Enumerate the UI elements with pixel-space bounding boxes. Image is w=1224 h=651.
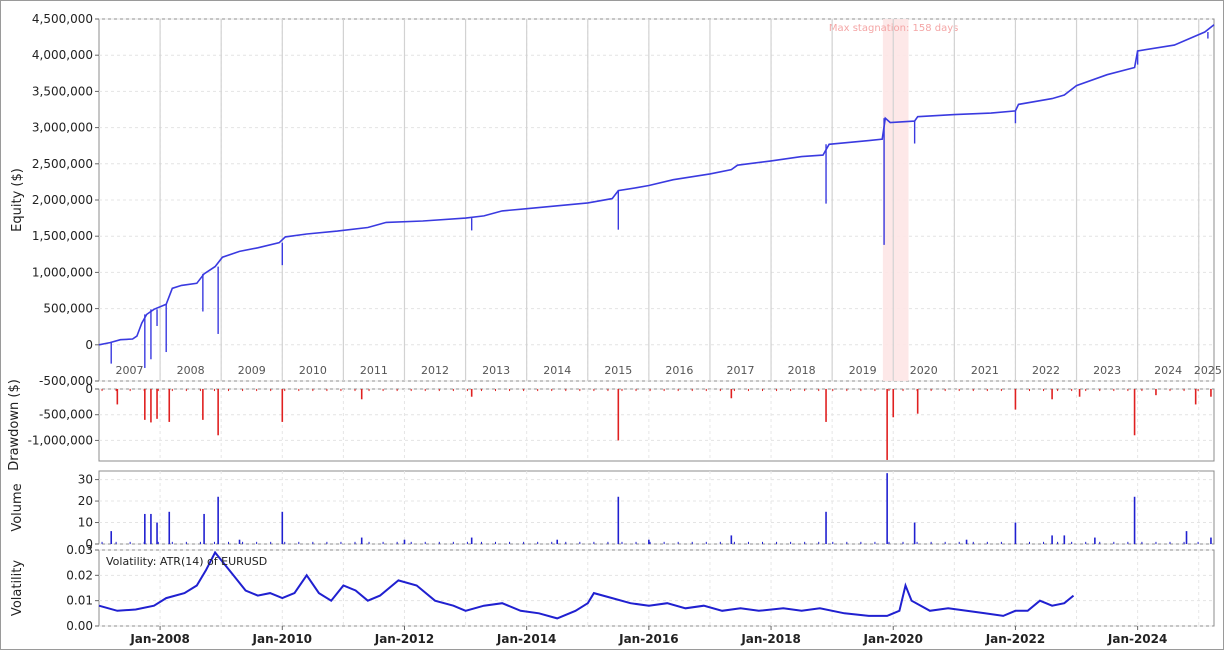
y-tick-label: 10: [78, 516, 93, 530]
year-label: 2018: [788, 364, 816, 377]
x-tick-label: Jan-2016: [618, 632, 678, 646]
stagnation-band: [882, 19, 909, 381]
y-tick-label: 4,500,000: [32, 12, 93, 26]
x-tick-label: Jan-2018: [740, 632, 800, 646]
x-tick-label: Jan-2012: [374, 632, 434, 646]
y-axis-label: Equity ($): [10, 168, 25, 232]
x-tick-label: Jan-2008: [129, 632, 189, 646]
year-label: 2009: [238, 364, 266, 377]
year-label: 2022: [1032, 364, 1060, 377]
y-tick-label: 0.03: [66, 543, 93, 557]
y-tick-label: -1,000,000: [28, 433, 93, 447]
y-tick-label: 20: [78, 494, 93, 508]
y-tick-label: 2,500,000: [32, 157, 93, 171]
x-tick-label: Jan-2020: [863, 632, 923, 646]
year-label: 2010: [299, 364, 327, 377]
year-label: 2015: [604, 364, 632, 377]
y-tick-label: 0.01: [66, 594, 93, 608]
year-label: 2019: [849, 364, 877, 377]
year-label: 2020: [910, 364, 938, 377]
plot-area-equity: [98, 18, 1215, 382]
year-label: 2021: [971, 364, 999, 377]
y-axis-label: Drawdown ($): [7, 379, 22, 471]
y-tick-label: 0: [85, 382, 93, 396]
y-tick-label: 1,000,000: [32, 265, 93, 279]
backtest-chart: 4,500,000 4,000,000 3,500,000 3,000,000 2,50…: [7, 12, 1222, 646]
y-tick-label: 1,500,000: [32, 229, 93, 243]
y-tick-label: 0.02: [66, 568, 93, 582]
year-label: 2008: [177, 364, 205, 377]
plot-area-drawdown: [98, 388, 1215, 462]
year-label: 2025: [1194, 364, 1222, 377]
y-tick-label: 2,000,000: [32, 193, 93, 207]
year-label: 2013: [482, 364, 510, 377]
y-axis-label: Volatility: [10, 560, 25, 616]
x-tick-label: Jan-2010: [252, 632, 312, 646]
y-tick-label: 500,000: [43, 302, 93, 316]
y-tick-label: 3,500,000: [32, 84, 93, 98]
y-tick-label: -500,000: [39, 408, 93, 422]
year-label: 2011: [360, 364, 388, 377]
year-label: 2016: [665, 364, 693, 377]
x-tick-label: Jan-2024: [1107, 632, 1167, 646]
y-tick-label: 4,000,000: [32, 48, 93, 62]
year-label: 2012: [421, 364, 449, 377]
x-tick-label: Jan-2022: [985, 632, 1045, 646]
y-tick-label: 0.00: [66, 619, 93, 633]
plot-area-volume: [98, 470, 1215, 545]
y-tick-label: 3,000,000: [32, 121, 93, 135]
y-tick-label: 0: [85, 338, 93, 352]
year-label: 2007: [116, 364, 144, 377]
year-label: 2023: [1093, 364, 1121, 377]
year-label: 2017: [727, 364, 755, 377]
year-label: 2024: [1154, 364, 1182, 377]
x-tick-label: Jan-2014: [496, 632, 556, 646]
volatility-legend: Volatility: ATR(14) of EURUSD: [106, 555, 267, 568]
y-tick-label: 30: [78, 473, 93, 487]
y-axis-label: Volume: [10, 483, 25, 531]
year-label: 2014: [543, 364, 571, 377]
chart-window: 4,500,000 4,000,000 3,500,000 3,000,000 2,50…: [0, 0, 1224, 650]
